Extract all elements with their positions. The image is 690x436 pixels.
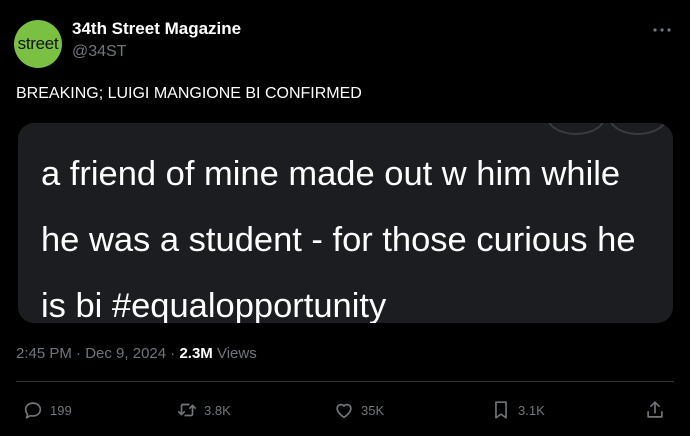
bookmark-icon [495,401,507,419]
bookmark-button[interactable]: 3.1K [490,398,545,422]
views-count: 2.3M [179,345,213,362]
views-label: Views [216,345,257,362]
reply-icon [24,402,42,419]
avatar[interactable]: street [14,20,62,68]
like-button[interactable]: 35K [333,398,384,422]
share-button[interactable] [644,398,666,422]
media-decoration [608,123,668,135]
repost-count: 3.8K [204,402,231,418]
repost-button[interactable]: 3.8K [176,398,231,422]
tweet-meta: 2:45 PM · Dec 9, 2024 · 2.3M Views [16,345,257,362]
reply-count: 199 [50,402,72,418]
media-decoration [546,123,606,135]
divider [16,381,674,382]
tweet-time[interactable]: 2:45 PM [16,345,72,362]
like-icon [336,403,352,419]
meta-separator: · [76,345,86,362]
bookmark-count: 3.1K [518,402,545,418]
tweet-media-image[interactable]: a friend of mine made out w him while he… [18,123,673,323]
tweet-text: BREAKING; LUIGI MANGIONE BI CONFIRMED [16,85,362,102]
repost-icon [177,403,197,417]
more-icon [653,28,671,32]
reply-button[interactable]: 199 [22,398,72,422]
author-handle[interactable]: @34ST [72,43,126,61]
share-icon [647,401,663,418]
media-text: a friend of mine made out w him while he… [41,155,636,323]
like-count: 35K [361,402,385,418]
tweet-date[interactable]: Dec 9, 2024 [85,345,166,362]
author-display-name[interactable]: 34th Street Magazine [72,19,241,39]
avatar-label: street [17,34,59,53]
more-options-button[interactable] [650,22,674,38]
